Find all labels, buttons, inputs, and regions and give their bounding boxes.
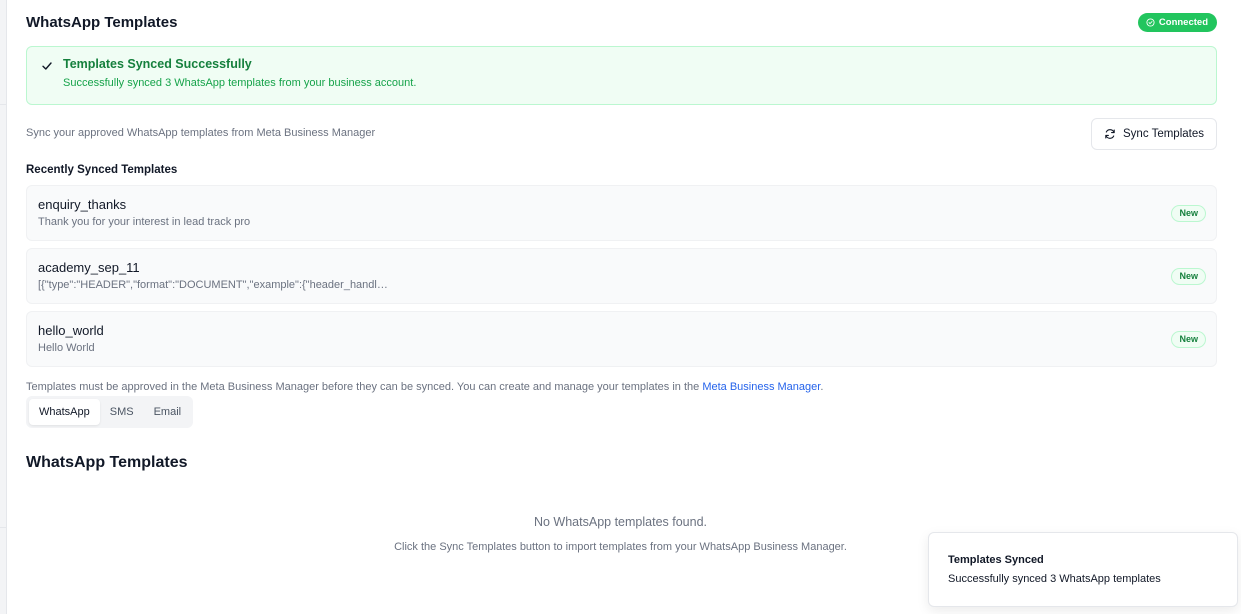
toast-title: Templates Synced — [948, 554, 1044, 566]
sync-templates-label: Sync Templates — [1123, 128, 1204, 140]
template-item[interactable]: academy_sep_11 [{"type":"HEADER","format… — [26, 248, 1217, 304]
template-description: Hello World — [38, 342, 95, 354]
template-name: academy_sep_11 — [38, 260, 140, 275]
approval-note-text: Templates must be approved in the Meta B… — [26, 381, 703, 393]
connection-status-badge: Connected — [1137, 12, 1217, 32]
template-name: enquiry_thanks — [38, 197, 127, 212]
tab-email[interactable]: Email — [144, 399, 192, 425]
template-name: hello_world — [38, 323, 104, 338]
new-badge: New — [1171, 331, 1206, 348]
tab-sms[interactable]: SMS — [100, 399, 144, 425]
sync-templates-button[interactable]: Sync Templates — [1091, 118, 1217, 150]
approval-note: Templates must be approved in the Meta B… — [26, 381, 823, 393]
approval-note-suffix: . — [820, 381, 824, 393]
recent-templates-heading: Recently Synced Templates — [26, 164, 178, 176]
refresh-icon — [1105, 129, 1115, 139]
template-item[interactable]: enquiry_thanks Thank you for your intere… — [26, 185, 1217, 241]
sync-description: Sync your approved WhatsApp templates fr… — [26, 127, 376, 139]
new-badge: New — [1171, 268, 1206, 285]
toast-message: Successfully synced 3 WhatsApp templates — [948, 573, 1161, 585]
empty-state-title: No WhatsApp templates found. — [533, 515, 707, 529]
alert-title: Templates Synced Successfully — [63, 57, 252, 71]
toast-notification[interactable]: Templates Synced Successfully synced 3 W… — [928, 532, 1238, 607]
connection-status-label: Connected — [1158, 16, 1208, 28]
template-description: Thank you for your interest in lead trac… — [38, 216, 251, 228]
template-description: [{"type":"HEADER","format":"DOCUMENT","e… — [38, 279, 388, 291]
tab-whatsapp[interactable]: WhatsApp — [29, 399, 100, 425]
check-circle-icon — [1146, 17, 1155, 27]
new-badge: New — [1171, 205, 1206, 222]
alert-message: Successfully synced 3 WhatsApp templates… — [63, 77, 417, 89]
checkmark-icon — [42, 62, 52, 70]
template-item[interactable]: hello_world Hello World New — [26, 311, 1217, 367]
sync-success-alert: Templates Synced Successfully Successful… — [26, 46, 1217, 105]
channel-tabs: WhatsApp SMS Email — [26, 396, 193, 428]
meta-business-manager-link[interactable]: Meta Business Manager — [702, 381, 820, 393]
page-header: WhatsApp Templates Connected — [26, 11, 1217, 33]
page-title: WhatsApp Templates — [26, 13, 178, 31]
section-title: WhatsApp Templates — [26, 454, 188, 471]
